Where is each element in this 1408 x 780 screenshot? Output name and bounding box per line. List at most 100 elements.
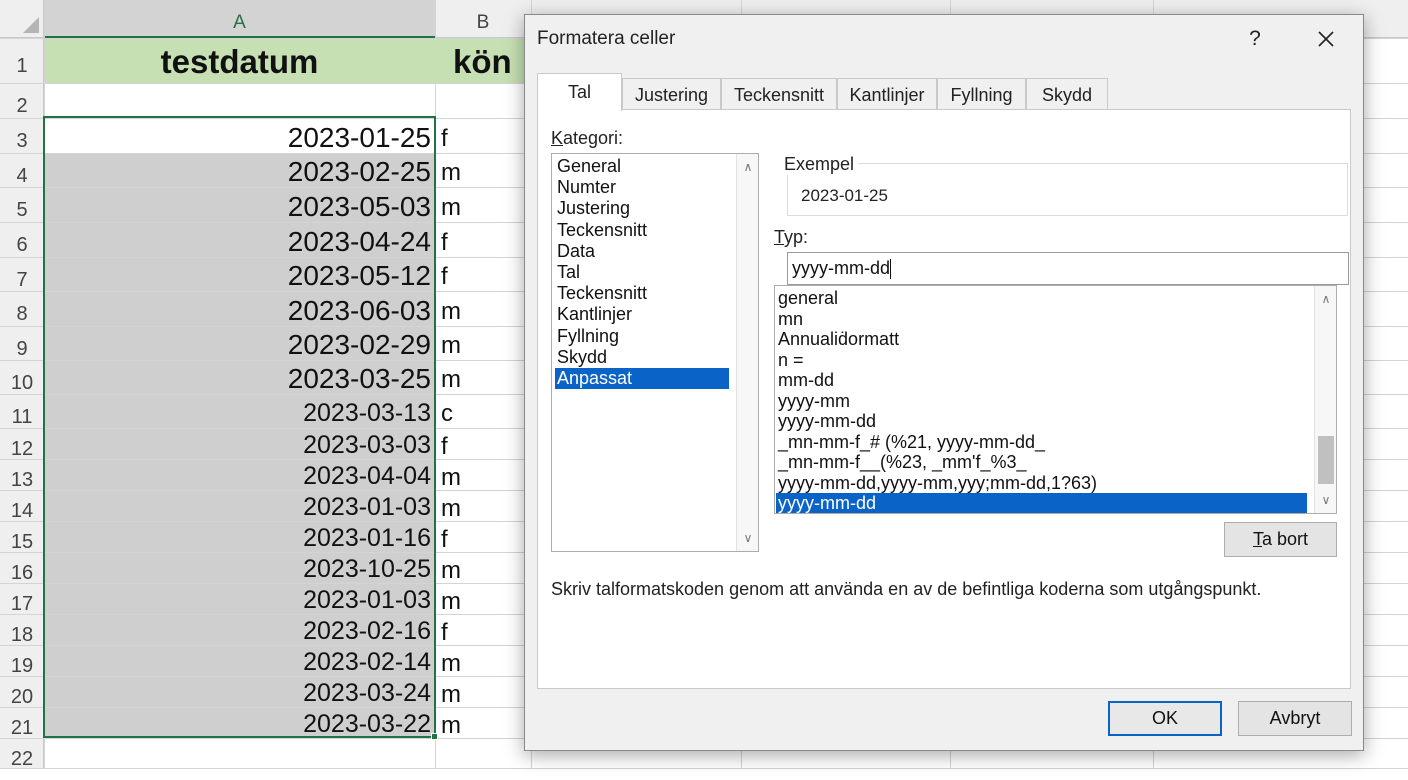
row-number-14[interactable]: 14 <box>0 490 44 522</box>
date-cell[interactable]: 2023-02-14 <box>44 646 435 676</box>
category-list[interactable]: General Numter Justering Teckensnitt Data Tal… <box>551 153 759 552</box>
date-cell[interactable]: 2023-02-16 <box>44 615 435 645</box>
category-item[interactable]: Skydd <box>555 347 729 368</box>
category-item[interactable]: Teckensnitt <box>555 220 729 241</box>
cell-b1-header[interactable]: kön <box>435 38 531 83</box>
date-cell[interactable]: 2023-03-24 <box>44 677 435 707</box>
date-cell[interactable]: 2023-05-12 <box>44 258 435 291</box>
row-number-8[interactable]: 8 <box>0 291 44 326</box>
row-number-1[interactable]: 1 <box>0 38 44 83</box>
gender-cell[interactable]: c <box>438 395 528 428</box>
row-number-9[interactable]: 9 <box>0 326 44 360</box>
gender-cell[interactable]: m <box>438 584 528 615</box>
gender-cell[interactable]: m <box>438 292 528 326</box>
category-item[interactable]: Kantlinjer <box>555 304 729 325</box>
gender-cell[interactable]: m <box>438 677 528 708</box>
date-cell[interactable]: 2023-01-03 <box>44 491 435 521</box>
date-cell[interactable]: 2023-05-03 <box>44 188 435 222</box>
format-code-item[interactable]: Annualiḋormatt <box>776 329 1307 350</box>
type-input[interactable]: yyyy-mm-dd <box>787 252 1349 285</box>
format-code-item[interactable]: yyyy-mm-dd,yyyy-mm,yyy;mm-dd,1?63) <box>776 473 1307 494</box>
format-list-scrollbar[interactable]: ∧ ∨ <box>1314 286 1336 513</box>
cancel-button[interactable]: Avbryt <box>1238 701 1352 736</box>
scroll-thumb[interactable] <box>1318 436 1334 484</box>
gender-cell[interactable]: m <box>438 188 528 222</box>
row-number-6[interactable]: 6 <box>0 222 44 257</box>
date-cell[interactable]: 2023-03-22 <box>44 708 435 738</box>
select-all-corner[interactable] <box>0 0 44 38</box>
gender-cell[interactable]: m <box>438 646 528 677</box>
fill-handle[interactable] <box>431 733 438 740</box>
row-number-5[interactable]: 5 <box>0 187 44 222</box>
date-cell[interactable]: 2023-01-03 <box>44 584 435 614</box>
tab-kantlinjer[interactable]: Kantlinjer <box>837 78 937 110</box>
row-number-20[interactable]: 20 <box>0 676 44 708</box>
date-cell[interactable]: 2023-03-03 <box>44 429 435 459</box>
date-cell[interactable]: 2023-04-24 <box>44 223 435 257</box>
gender-cell[interactable]: f <box>438 119 528 153</box>
row-number-2[interactable]: 2 <box>0 83 44 118</box>
format-code-item[interactable]: _mn-mm-f__(%23, _mm'f_%3_ <box>776 452 1307 473</box>
gender-cell[interactable]: f <box>438 615 528 646</box>
row-number-12[interactable]: 12 <box>0 428 44 460</box>
gender-cell[interactable]: f <box>438 223 528 257</box>
row-number-13[interactable]: 13 <box>0 459 44 491</box>
row-number-3[interactable]: 3 <box>0 118 44 153</box>
row-number-15[interactable]: 15 <box>0 521 44 553</box>
row-number-4[interactable]: 4 <box>0 153 44 187</box>
tab-tal[interactable]: Tal <box>537 73 622 111</box>
tab-justering[interactable]: Justering <box>622 78 721 110</box>
date-cell[interactable]: 2023-04-04 <box>44 460 435 490</box>
gender-cell[interactable]: f <box>438 429 528 460</box>
date-cell[interactable]: 2023-03-13 <box>44 395 435 428</box>
row-number-7[interactable]: 7 <box>0 257 44 291</box>
category-item[interactable]: Anpassat <box>555 368 729 389</box>
gender-cell[interactable]: m <box>438 327 528 360</box>
category-item[interactable]: Numter <box>555 177 729 198</box>
date-cell[interactable]: 2023-03-25 <box>44 361 435 394</box>
gender-cell[interactable]: m <box>438 491 528 522</box>
category-item[interactable]: Data <box>555 241 729 262</box>
row-number-19[interactable]: 19 <box>0 645 44 677</box>
format-code-item[interactable]: mm-dd <box>776 370 1307 391</box>
row-number-17[interactable]: 17 <box>0 583 44 615</box>
date-cell[interactable]: 2023-10-25 <box>44 553 435 583</box>
gender-cell[interactable]: m <box>438 154 528 187</box>
scroll-down-arrow-icon[interactable]: ∨ <box>737 528 758 548</box>
tab-fyllning[interactable]: Fyllning <box>937 78 1026 110</box>
date-cell[interactable]: 2023-02-29 <box>44 327 435 360</box>
gender-cell[interactable]: m <box>438 708 528 739</box>
scroll-up-arrow-icon[interactable]: ∧ <box>1315 289 1336 309</box>
column-header-b[interactable]: B <box>435 0 531 38</box>
gender-cell[interactable]: m <box>438 553 528 584</box>
format-code-list[interactable]: general mn Annualiḋormatt n = mm-dd yyyy-mm yy… <box>774 285 1337 514</box>
gender-cell[interactable]: m <box>438 460 528 491</box>
date-cell[interactable]: 2023-01-16 <box>44 522 435 552</box>
date-cell[interactable]: 2023-01-25 <box>44 119 435 153</box>
row-number-21[interactable]: 21 <box>0 707 44 739</box>
row-number-11[interactable]: 11 <box>0 394 44 428</box>
row-number-18[interactable]: 18 <box>0 614 44 646</box>
close-button[interactable] <box>1301 21 1351 57</box>
category-item[interactable]: Justering <box>555 198 729 219</box>
format-code-item[interactable]: yyyy-mm-dd <box>776 411 1307 432</box>
cell-a1-header[interactable]: testdatum <box>44 38 435 83</box>
tab-teckensnitt[interactable]: Teckensnitt <box>721 78 837 110</box>
gender-cell[interactable]: m <box>438 361 528 394</box>
date-cell[interactable]: 2023-02-25 <box>44 154 435 187</box>
gender-cell[interactable]: f <box>438 258 528 291</box>
ok-button[interactable]: OK <box>1108 701 1222 736</box>
help-button[interactable]: ? <box>1235 23 1275 55</box>
gender-cell[interactable]: f <box>438 522 528 553</box>
scroll-up-arrow-icon[interactable]: ∧ <box>737 157 758 177</box>
category-item[interactable]: Teckensnitt <box>555 283 729 304</box>
column-header-a[interactable]: A <box>44 0 435 38</box>
row-number-16[interactable]: 16 <box>0 552 44 584</box>
date-cell[interactable]: 2023-06-03 <box>44 292 435 326</box>
category-list-scrollbar[interactable]: ∧ ∨ <box>736 154 758 551</box>
format-code-item[interactable]: yyyy-mm-dd <box>776 493 1307 513</box>
format-code-item[interactable]: n = <box>776 350 1307 371</box>
delete-button[interactable]: Ta bort <box>1224 522 1337 557</box>
category-item[interactable]: Tal <box>555 262 729 283</box>
category-item[interactable]: Fyllning <box>555 326 729 347</box>
